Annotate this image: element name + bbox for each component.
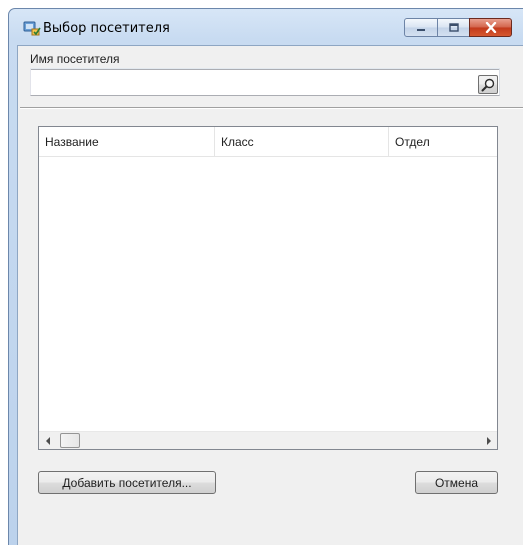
minimize-icon (417, 28, 425, 31)
column-header-department[interactable]: Отдел (389, 127, 499, 157)
maximize-button[interactable] (437, 18, 470, 37)
close-icon (485, 22, 496, 33)
visitor-app-icon (23, 20, 41, 36)
column-header-class[interactable]: Класс (215, 127, 389, 157)
maximize-icon (448, 23, 459, 32)
cancel-button[interactable]: Отмена (415, 471, 498, 494)
scroll-thumb[interactable] (60, 433, 80, 448)
list-body[interactable] (39, 157, 497, 433)
search-icon (481, 78, 495, 91)
minimize-button[interactable] (404, 18, 438, 37)
separator (20, 107, 523, 109)
horizontal-scrollbar[interactable] (39, 431, 497, 449)
arrow-left-icon (45, 436, 50, 445)
add-visitor-button[interactable]: Добавить посетителя... (38, 471, 216, 494)
visitors-list[interactable]: Название Класс Отдел (38, 126, 498, 450)
title-bar[interactable]: Выбор посетителя (9, 9, 523, 45)
window-title: Выбор посетителя (43, 21, 170, 36)
column-header-name[interactable]: Название (39, 127, 215, 157)
search-button[interactable] (478, 75, 498, 94)
arrow-right-icon (486, 436, 491, 445)
scroll-right-button[interactable] (480, 432, 497, 449)
visitor-name-field[interactable] (30, 68, 500, 96)
list-header: Название Класс Отдел (39, 127, 497, 157)
visitor-name-input[interactable] (31, 69, 471, 93)
scroll-left-button[interactable] (39, 432, 56, 449)
visitor-name-label: Имя посетителя (30, 52, 120, 66)
close-button[interactable] (469, 18, 512, 37)
